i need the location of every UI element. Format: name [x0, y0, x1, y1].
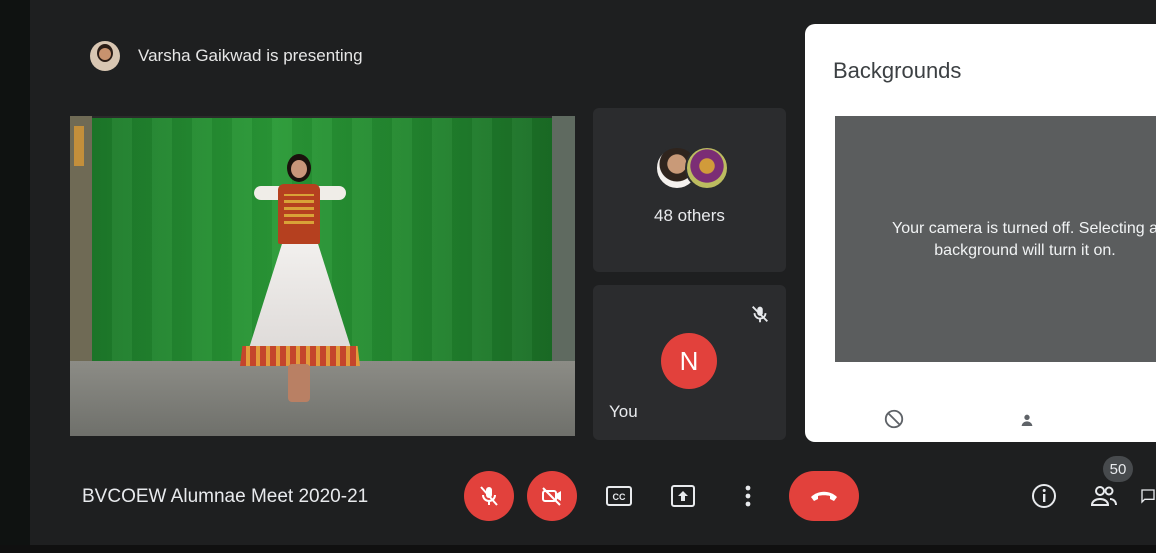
no-effect-icon[interactable] [883, 408, 905, 430]
dancer-face [291, 160, 307, 178]
svg-text:CC: CC [613, 492, 626, 502]
screen-edge-bottom [0, 545, 1156, 553]
person-blur-icon[interactable] [1019, 412, 1035, 428]
camera-off-icon [542, 487, 561, 506]
dancer-feet [288, 364, 310, 402]
presenter-bar: Varsha Gaikwad is presenting [80, 30, 780, 82]
meeting-details-button[interactable] [1020, 471, 1068, 521]
dancer-skirt [244, 240, 356, 364]
people-icon [1090, 486, 1117, 506]
present-now-button[interactable] [659, 471, 707, 521]
others-tile[interactable]: 48 others [593, 108, 786, 272]
mic-toggle-button[interactable] [464, 471, 514, 521]
meeting-title: BVCOEW Alumnae Meet 2020-21 [82, 486, 369, 507]
stage-wall-right [552, 116, 575, 366]
others-count-label: 48 others [654, 206, 725, 225]
others-avatar-stack [655, 146, 735, 190]
people-button[interactable] [1080, 471, 1128, 521]
info-icon [1032, 484, 1056, 508]
present-screen-icon [671, 485, 695, 507]
more-options-button[interactable] [724, 471, 772, 521]
panel-title: Backgrounds [833, 58, 962, 83]
presentation-video[interactable] [70, 116, 575, 436]
camera-off-notice: Your camera is turned off. Selecting a b… [892, 220, 1156, 259]
dancer-blouse [278, 184, 320, 244]
self-label: You [609, 402, 638, 421]
backgrounds-panel: Backgrounds Your camera is turned off. S… [805, 24, 1156, 442]
presenter-avatar [90, 41, 120, 71]
background-preview: Your camera is turned off. Selecting a b… [835, 116, 1156, 362]
closed-captions-icon: CC [606, 486, 632, 506]
chat-icon [1141, 489, 1155, 504]
self-avatar: N [661, 333, 717, 389]
presenter-label: Varsha Gaikwad is presenting [138, 46, 363, 65]
call-end-icon [811, 491, 837, 501]
self-tile[interactable]: N You [593, 285, 786, 440]
dancer-skirt-border [240, 346, 360, 366]
chat-button[interactable] [1140, 471, 1156, 521]
captions-button[interactable]: CC [595, 471, 643, 521]
dancer-figure [240, 146, 360, 426]
mic-off-icon [752, 306, 768, 323]
participant-avatar [685, 146, 729, 190]
mic-off-icon [480, 486, 498, 506]
camera-toggle-button[interactable] [527, 471, 577, 521]
leave-call-button[interactable] [789, 471, 859, 521]
screen-edge [0, 0, 30, 553]
more-vert-icon [745, 485, 751, 507]
